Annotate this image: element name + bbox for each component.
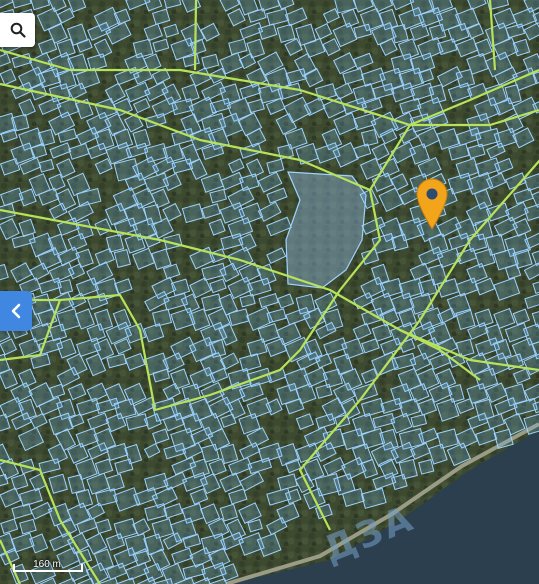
- chevron-left-icon: [11, 303, 21, 319]
- search-button[interactable]: [0, 13, 35, 47]
- sidebar-toggle-button[interactable]: [0, 291, 32, 331]
- land-parcel[interactable]: [360, 128, 379, 147]
- land-parcel[interactable]: [418, 459, 435, 475]
- land-parcel[interactable]: [390, 233, 409, 252]
- map-scale-bar: 160 m: [13, 558, 83, 573]
- satellite-map[interactable]: [0, 0, 539, 584]
- map-canvas[interactable]: ДЗА: [0, 0, 539, 584]
- map-pin-icon[interactable]: [416, 178, 448, 230]
- land-parcel[interactable]: [37, 128, 56, 147]
- land-parcel[interactable]: [57, 279, 74, 295]
- search-icon: [10, 22, 26, 38]
- scale-line: [13, 564, 83, 572]
